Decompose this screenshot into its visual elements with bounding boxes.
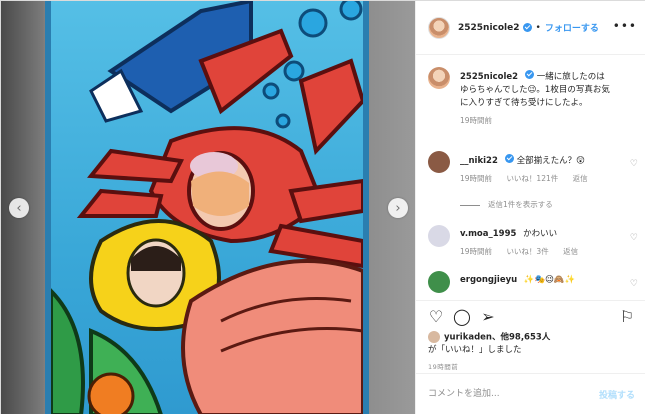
caption: 2525nicole2 一緒に旅したのはゆらちゃんでした😉。1枚目の写真お気に入… <box>428 67 638 147</box>
reply-button[interactable]: 返信 <box>563 247 578 256</box>
comment-username[interactable]: v.moa_1995 <box>460 229 516 239</box>
reply-button[interactable]: 返信 <box>573 174 588 183</box>
caption-time: 19時間前 <box>460 116 493 125</box>
comment-input[interactable] <box>428 386 588 402</box>
liker-avatar <box>428 331 440 343</box>
follow-button[interactable]: フォローする <box>545 21 599 34</box>
comment-username[interactable]: ergongjieyu <box>460 275 517 285</box>
post-header: 2525nicole2 • フォローする ••• <box>416 1 645 55</box>
comment-time: 19時間前 <box>460 174 493 183</box>
verified-icon <box>525 70 535 79</box>
previous-photo-button[interactable]: ‹ <box>9 198 29 218</box>
bookmark-icon[interactable]: ⚐ <box>617 307 637 327</box>
comment-likes[interactable]: いいね！121件 <box>506 174 558 183</box>
comment-item: ergongjieyu ✨🎭😉🙈✨ ♡ <box>428 271 638 301</box>
likes-summary[interactable]: yurikaden、他98,653人 が「いいね！」しました <box>428 331 638 356</box>
comment-avatar[interactable] <box>428 151 450 173</box>
comment-text: かわいい <box>523 229 558 239</box>
instagram-post-modal: ‹ › 2525nicole2 • フォローする ••• 2525nicole2… <box>0 0 645 414</box>
likes-count[interactable]: yurikaden、他98,653人 <box>444 333 550 343</box>
post-sidebar: 2525nicole2 • フォローする ••• 2525nicole2 一緒に… <box>415 1 645 414</box>
seafood-illustration <box>51 1 363 414</box>
likes-suffix: が「いいね！」しました <box>428 344 522 355</box>
next-photo-button[interactable]: › <box>388 198 408 218</box>
like-comment-icon[interactable]: ♡ <box>630 159 638 169</box>
like-comment-icon[interactable]: ♡ <box>630 279 638 289</box>
comment-avatar[interactable] <box>428 225 450 247</box>
comment-username[interactable]: __niki22 <box>460 156 498 166</box>
comment-item: __niki22 全部揃えたん？😲 19時間前 いいね！121件 返信 ♡ 返信… <box>428 151 638 221</box>
add-comment-bar: 投稿する <box>416 373 645 414</box>
comment-item: v.moa_1995 かわいい 19時間前 いいね！3件 返信 ♡ <box>428 225 638 269</box>
caption-username[interactable]: 2525nicole2 <box>460 72 518 82</box>
share-icon[interactable]: ➢ <box>478 307 498 327</box>
comment-icon[interactable]: ◯ <box>452 307 472 327</box>
comment-text: 全部揃えたん？😲 <box>516 156 585 166</box>
comment-time: 19時間前 <box>460 247 493 256</box>
post-actions: ♡ ◯ ➢ ⚐ <box>416 300 645 334</box>
separator: • <box>535 22 541 33</box>
comment-avatar[interactable] <box>428 271 450 293</box>
view-replies-button[interactable]: 返信1件を表示する <box>460 199 553 210</box>
comment-likes[interactable]: いいね！3件 <box>506 247 548 256</box>
author-username[interactable]: 2525nicole2 <box>458 23 520 33</box>
like-comment-icon[interactable]: ♡ <box>630 233 638 243</box>
comments-list[interactable]: 2525nicole2 一緒に旅したのはゆらちゃんでした😉。1枚目の写真お気に入… <box>416 55 645 313</box>
comment-text: ✨🎭😉🙈✨ <box>523 275 576 285</box>
author-avatar[interactable] <box>428 16 450 39</box>
verified-icon <box>504 154 514 163</box>
verified-icon <box>522 23 532 32</box>
heart-icon[interactable]: ♡ <box>426 307 446 327</box>
caption-avatar[interactable] <box>428 67 450 89</box>
more-options-icon[interactable]: ••• <box>613 19 637 33</box>
post-timestamp[interactable]: 19時間前 <box>428 361 458 371</box>
post-photo[interactable]: ‹ › <box>1 1 415 414</box>
face-cutout-board <box>45 1 369 414</box>
post-comment-button[interactable]: 投稿する <box>599 388 635 401</box>
